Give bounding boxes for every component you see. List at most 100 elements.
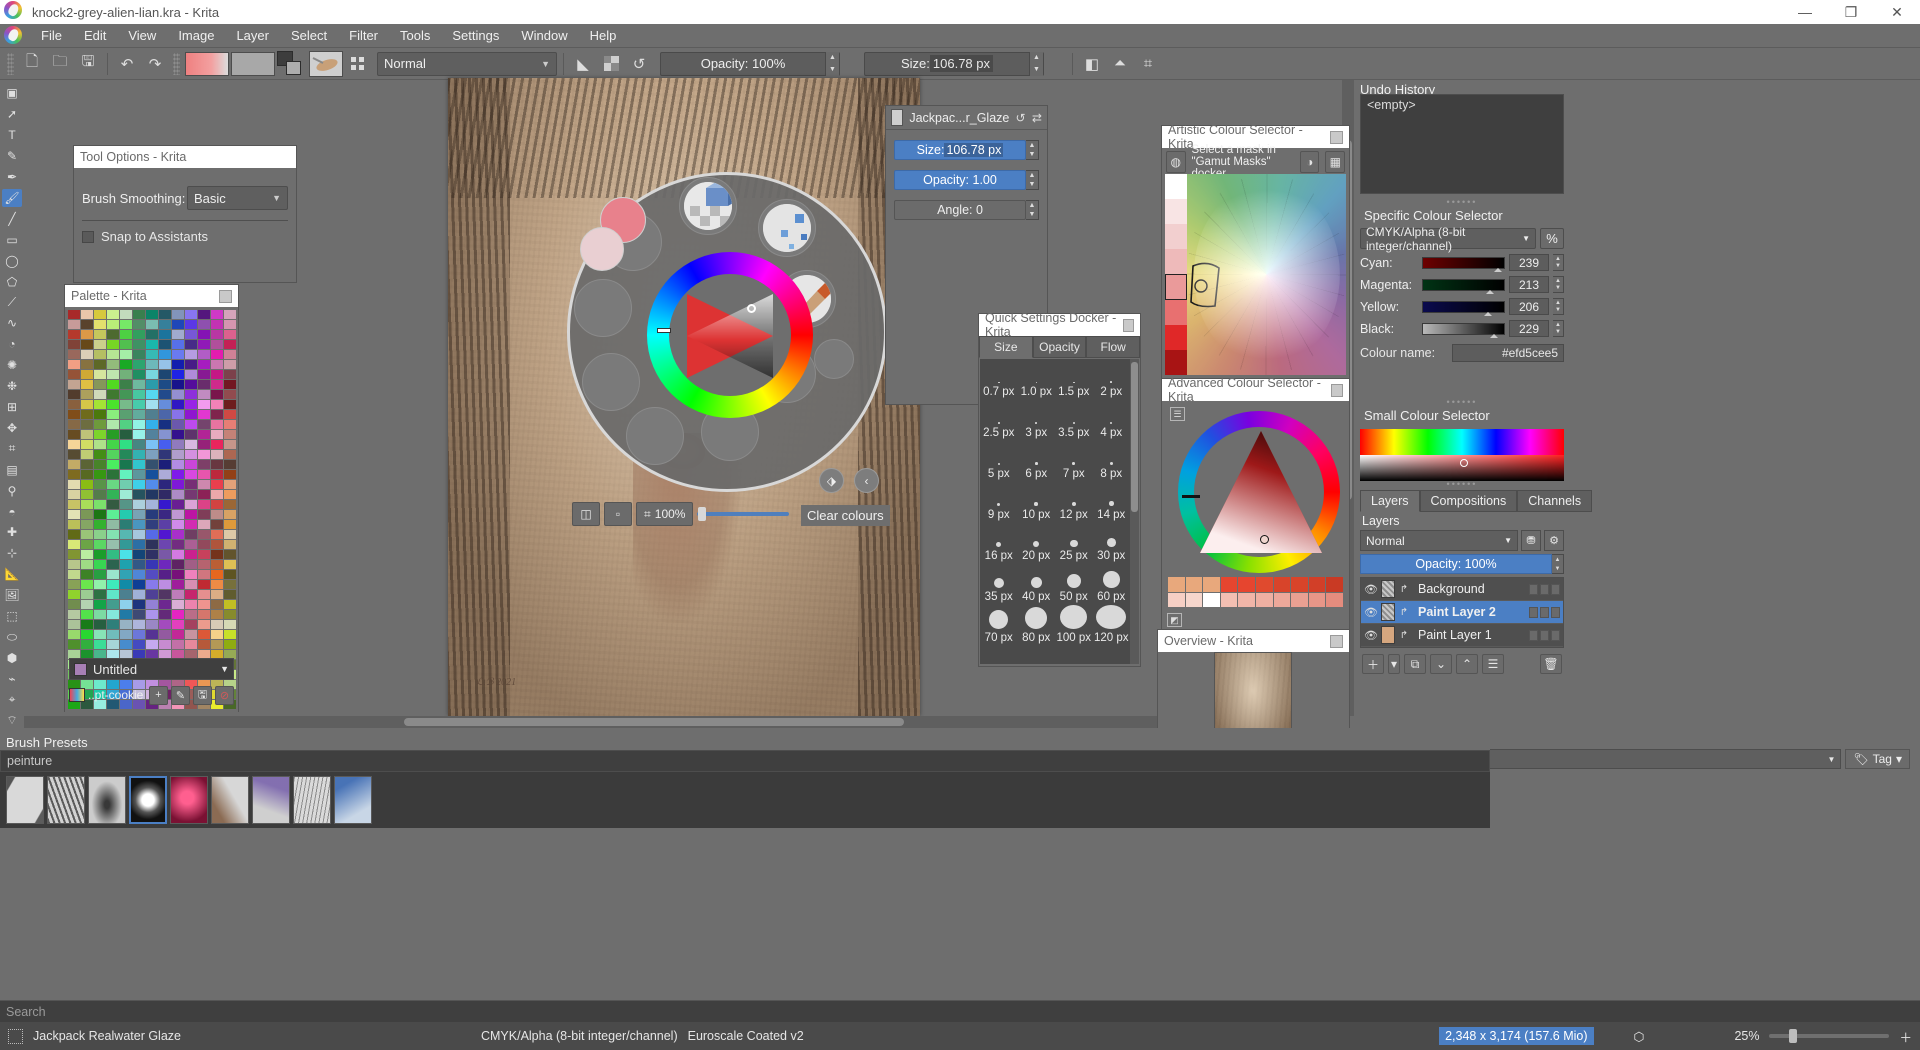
docker-drag-dots-2[interactable]: ••••••: [1360, 398, 1564, 407]
palette-swatch[interactable]: [107, 630, 119, 639]
palette-swatch[interactable]: [159, 520, 171, 529]
palette-swatch[interactable]: [146, 490, 158, 499]
palette-swatch[interactable]: [159, 570, 171, 579]
channel-stepper-black[interactable]: ▲ ▼: [1553, 320, 1564, 337]
palette-swatch[interactable]: [81, 400, 93, 409]
quick-size-cell[interactable]: 80 px: [1018, 605, 1056, 646]
popup-hue-ring[interactable]: [647, 252, 813, 418]
palette-swatch[interactable]: [81, 460, 93, 469]
palette-swatch[interactable]: [81, 310, 93, 319]
channel-stepper-cyan[interactable]: ▲ ▼: [1553, 254, 1564, 271]
palette-swatch[interactable]: [120, 500, 132, 509]
palette-swatch[interactable]: [146, 460, 158, 469]
quick-size-cell[interactable]: 120 px: [1093, 605, 1131, 646]
palette-swatch[interactable]: [172, 330, 184, 339]
palette-swatch[interactable]: [211, 500, 223, 509]
minimize-button[interactable]: —: [1782, 0, 1828, 24]
palette-swatch[interactable]: [198, 640, 210, 649]
palette-swatch[interactable]: [159, 450, 171, 459]
tool-transform[interactable]: ▣: [2, 84, 22, 103]
palette-swatch[interactable]: [94, 460, 106, 469]
palette-swatch[interactable]: [107, 390, 119, 399]
palette-swatch[interactable]: [159, 370, 171, 379]
quick-size-cell[interactable]: 100 px: [1055, 605, 1093, 646]
palette-swatch[interactable]: [172, 550, 184, 559]
quick-size-cell[interactable]: 2.5 px: [980, 400, 1018, 441]
palette-swatch[interactable]: [211, 410, 223, 419]
palette-swatch[interactable]: [68, 360, 80, 369]
palette-swatch[interactable]: [133, 450, 145, 459]
palette-swatch[interactable]: [107, 410, 119, 419]
maximize-button[interactable]: ❐: [1828, 0, 1874, 24]
palette-swatch[interactable]: [224, 390, 236, 399]
palette-swatch[interactable]: [198, 480, 210, 489]
palette-swatch[interactable]: [81, 490, 93, 499]
palette-swatch[interactable]: [120, 490, 132, 499]
palette-swatch[interactable]: [224, 580, 236, 589]
palette-swatch[interactable]: [120, 320, 132, 329]
palette-swatch[interactable]: [133, 340, 145, 349]
quick-size-cell[interactable]: 9 px: [980, 482, 1018, 523]
palette-swatch[interactable]: [185, 630, 197, 639]
palette-swatch[interactable]: [172, 590, 184, 599]
palette-swatch[interactable]: [81, 530, 93, 539]
shade-swatch[interactable]: [1220, 592, 1238, 607]
brush-preset-strip[interactable]: [0, 772, 1490, 828]
palette-swatch[interactable]: [198, 510, 210, 519]
palette-swatch[interactable]: [172, 640, 184, 649]
redo-icon[interactable]: ↷: [142, 51, 168, 77]
quick-size-cell[interactable]: 60 px: [1093, 564, 1131, 605]
palette-swatch[interactable]: [68, 550, 80, 559]
brush-size-slider[interactable]: Size: 106.78 px: [894, 140, 1026, 160]
palette-swatch[interactable]: [81, 470, 93, 479]
palette-docker-title[interactable]: Palette - Krita: [65, 285, 238, 307]
palette-swatch[interactable]: [224, 500, 236, 509]
palette-swatch[interactable]: [198, 520, 210, 529]
palette-swatch[interactable]: [198, 540, 210, 549]
palette-swatch[interactable]: [185, 360, 197, 369]
layer-blend-combo[interactable]: Normal ▼: [1360, 530, 1518, 551]
shade-swatch[interactable]: [1203, 592, 1220, 607]
tab-layers[interactable]: Layers: [1360, 490, 1420, 512]
tool-freehand-select[interactable]: ⌁: [2, 669, 22, 688]
palette-swatch[interactable]: [107, 600, 119, 609]
palette-swatch[interactable]: [94, 640, 106, 649]
palette-swatch[interactable]: [68, 480, 80, 489]
palette-swatch[interactable]: [159, 310, 171, 319]
palette-swatch[interactable]: [224, 620, 236, 629]
clear-colours-button[interactable]: ⬗: [819, 468, 844, 493]
palette-swatch[interactable]: [146, 550, 158, 559]
palette-swatch[interactable]: [172, 380, 184, 389]
palette-swatch[interactable]: [133, 390, 145, 399]
quick-size-cell[interactable]: 1.0 px: [1018, 359, 1056, 400]
palette-swatch[interactable]: [81, 600, 93, 609]
add-layer-icon[interactable]: ＋: [1362, 654, 1384, 674]
tool-dynamic-brush[interactable]: ✺: [2, 356, 22, 375]
layer-visibility-icon[interactable]: 👁: [1364, 582, 1378, 596]
palette-swatch[interactable]: [68, 490, 80, 499]
tool-transform-mask[interactable]: ⊞: [2, 398, 22, 417]
palette-swatch[interactable]: [198, 420, 210, 429]
palette-swatch[interactable]: [94, 390, 106, 399]
advanced-cs-colour-handle[interactable]: [1260, 535, 1269, 544]
tool-move[interactable]: ✥: [2, 419, 22, 438]
palette-swatch[interactable]: [120, 540, 132, 549]
quick-size-cell[interactable]: 70 px: [980, 605, 1018, 646]
palette-swatch[interactable]: [94, 610, 106, 619]
palette-swatch[interactable]: [224, 540, 236, 549]
palette-swatch[interactable]: [224, 380, 236, 389]
palette-swatch[interactable]: [120, 460, 132, 469]
palette-swatch[interactable]: [94, 620, 106, 629]
palette-swatch[interactable]: [94, 320, 106, 329]
palette-swatch[interactable]: [146, 370, 158, 379]
palette-swatch[interactable]: [146, 430, 158, 439]
palette-swatch[interactable]: [185, 490, 197, 499]
palette-swatch[interactable]: [146, 620, 158, 629]
tool-options-title[interactable]: Tool Options - Krita: [74, 146, 296, 168]
layer-opacity-stepper[interactable]: ▲ ▼: [1552, 554, 1564, 574]
palette-swatch[interactable]: [120, 410, 132, 419]
advanced-cs-title[interactable]: Advanced Colour Selector - Krita: [1162, 376, 1349, 404]
tool-freehand-path[interactable]: ◔: [2, 335, 22, 354]
palette-swatch[interactable]: [211, 330, 223, 339]
shade-swatch[interactable]: [1185, 592, 1203, 607]
